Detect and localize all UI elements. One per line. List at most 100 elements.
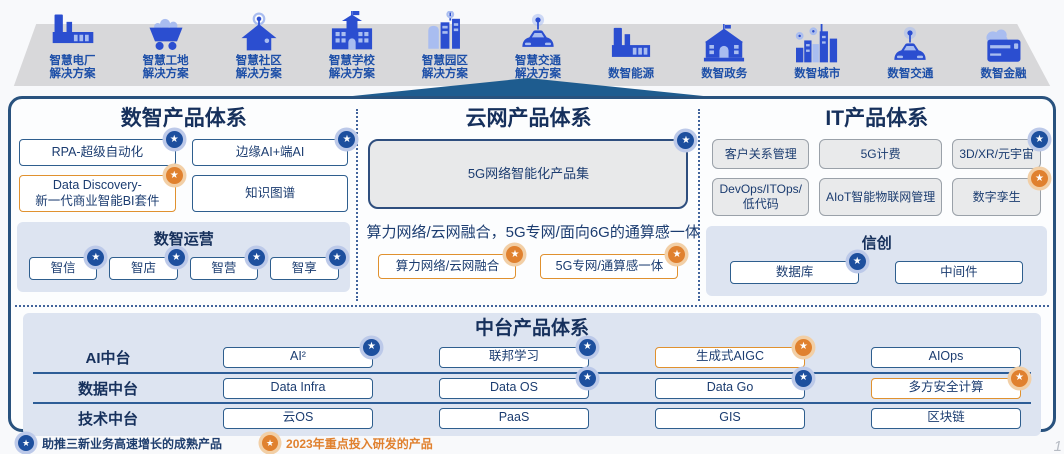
solution-label: 数智政务 [701, 68, 747, 82]
box-label-line: Data Go [707, 380, 754, 395]
box-label-line: GIS [719, 410, 741, 425]
blue-star-icon: ★ [795, 370, 812, 387]
blue-star-icon: ★ [248, 249, 265, 266]
top-sections: 数智产品体系 RPA-超级自动化★边缘AI+端AI★Data Discovery… [11, 99, 1053, 305]
box-label-line: 数字孪生 [973, 190, 1021, 205]
product-systems-panel: 数智产品体系 RPA-超级自动化★边缘AI+端AI★Data Discovery… [8, 96, 1056, 432]
solution-item: 数智政务 [678, 2, 771, 88]
platform-row: 数据中台Data InfraData OS★Data Go★多方安全计算★ [33, 372, 1031, 402]
solution-label-line: 智慧工地 [143, 55, 189, 69]
product-box: 5G专网/通算感一体★ [540, 254, 678, 279]
government-icon [700, 14, 748, 66]
box-label-line: 低代码 [743, 197, 779, 212]
box-label-line: 区块链 [927, 410, 965, 425]
box-label-line: AIoT智能物联网管理 [826, 190, 935, 205]
box-label-line: 知识图谱 [245, 186, 295, 201]
box-label-line: 中间件 [940, 265, 978, 280]
platform-row-boxes: Data InfraData OS★Data Go★多方安全计算★ [183, 378, 1031, 399]
digital-ops-title: 数智运营 [25, 228, 342, 249]
box-label-line: 客户关系管理 [725, 147, 797, 162]
product-box: 客户关系管理 [712, 139, 808, 169]
product-box: RPA-超级自动化★ [19, 139, 176, 166]
solutions-row: 智慧电厂解决方案智慧工地解决方案智慧社区解决方案智慧学校解决方案智慧园区解决方案… [26, 2, 1050, 88]
subpanel-xinchuang: 信创 数据库★中间件 [706, 226, 1047, 296]
product-box: 5G计费 [819, 139, 942, 169]
product-architecture-slide: 智慧电厂解决方案智慧工地解决方案智慧社区解决方案智慧学校解决方案智慧园区解决方案… [0, 0, 1064, 454]
digital-ops-grid: 智信★智店★智营★智享★ [25, 257, 342, 280]
solution-label-line: 智慧交通 [515, 55, 561, 69]
solution-label-line: 数智城市 [794, 68, 840, 82]
product-box: Data Go★ [655, 378, 805, 399]
product-box: GIS [655, 408, 805, 429]
product-box: 云OS [223, 408, 373, 429]
product-box: 联邦学习★ [439, 347, 589, 368]
platform-row-label: 数据中台 [33, 378, 183, 399]
box-label-line: 边缘AI+端AI [236, 145, 304, 160]
product-box: 智店★ [109, 257, 177, 280]
box-label-line: Data Infra [271, 380, 326, 395]
box-label-line: RPA-超级自动化 [52, 145, 143, 160]
product-box: 知识图谱 [192, 175, 349, 212]
cloud-big-box-wrap: 5G网络智能化产品集★ [368, 139, 688, 209]
orange-star-icon: ★ [1011, 370, 1028, 387]
box-label-line: 算力网络/云网融合 [396, 259, 499, 274]
blue-star-icon: ★ [1031, 131, 1048, 148]
legend-blue-text: 助推三新业务高速增长的成熟产品 [42, 435, 222, 452]
section-it-products: IT产品体系 客户关系管理5G计费3D/XR/元宇宙★DevOps/ITOps/… [700, 103, 1053, 305]
product-box: 生成式AIGC★ [655, 347, 805, 368]
orange-star-icon: ★ [506, 246, 523, 263]
solution-label-line: 数智金融 [980, 68, 1026, 82]
solution-label: 数智城市 [794, 68, 840, 82]
platform-row-boxes: AI²★ 联邦学习★ 生成式AIGC★ AIOps [183, 347, 1031, 368]
solution-item: 智慧工地解决方案 [119, 2, 212, 88]
blue-star-icon: ★ [329, 249, 346, 266]
solution-label: 智慧交通解决方案 [515, 55, 561, 82]
box-label-line: 智享 [292, 261, 317, 276]
box-label-line: 云OS [283, 410, 314, 425]
product-box: AIOps [871, 347, 1021, 368]
product-box: 3D/XR/元宇宙★ [952, 139, 1041, 169]
section-cloud-network-products: 云网产品体系 5G网络智能化产品集★ 算力网络/云网融合，5G专网/面向6G的通… [358, 103, 698, 305]
product-box: Data Infra [223, 378, 373, 399]
solution-label: 智慧工地解决方案 [143, 55, 189, 82]
it-product-grid: 客户关系管理 5G计费 3D/XR/元宇宙★ DevOps/ITOps/低代码 AIoT… [706, 139, 1047, 216]
solution-label-line: 解决方案 [50, 68, 96, 82]
xinchuang-grid: 数据库★ 中间件 [714, 261, 1039, 284]
blue-star-icon: ★ [363, 339, 380, 356]
blue-star-icon: ★ [338, 131, 355, 148]
platform-rows: AI中台AI²★联邦学习★生成式AIGC★AIOps数据中台Data Infra… [33, 342, 1031, 432]
product-box: 数据库★ [730, 261, 858, 284]
product-box: AIoT智能物联网管理 [819, 178, 942, 216]
box-label-line: Data OS [490, 380, 538, 395]
solution-label-line: 解决方案 [143, 68, 189, 82]
box-label-line: 联邦学习 [489, 349, 539, 364]
digital-product-grid: RPA-超级自动化★边缘AI+端AI★Data Discovery-新一代商业智… [17, 139, 350, 212]
solution-item: 数智城市 [771, 2, 864, 88]
page-number: 1 [1054, 438, 1062, 454]
product-box: PaaS [439, 408, 589, 429]
product-box: 数字孪生★ [952, 178, 1041, 216]
box-label-line: 智信 [51, 261, 76, 276]
box-label-line: AIOps [929, 349, 964, 364]
cloud-section-title: 云网产品体系 [364, 107, 692, 131]
energy-plant-icon [608, 14, 654, 66]
product-box: 智营★ [190, 257, 258, 280]
product-box: 智信★ [29, 257, 97, 280]
product-box: DevOps/ITOps/低代码 [712, 178, 808, 216]
box-label-line: 多方安全计算 [908, 380, 983, 395]
solution-label-line: 解决方案 [236, 68, 282, 82]
product-box: 算力网络/云网融合★ [378, 254, 516, 279]
product-box: 5G网络智能化产品集★ [368, 139, 688, 209]
solution-label-line: 智慧电厂 [50, 55, 96, 69]
solution-label: 智慧学校解决方案 [329, 55, 375, 82]
box-label-line: 智店 [131, 261, 156, 276]
section-platform-products: 中台产品体系 AI中台AI²★联邦学习★生成式AIGC★AIOps数据中台Dat… [23, 313, 1041, 436]
mine-cart-icon [144, 2, 188, 53]
solution-label-line: 数智政务 [701, 68, 747, 82]
platform-row-boxes: 云OS PaaS GIS 区块链 [183, 408, 1031, 429]
box-label-line: 生成式AIGC [696, 349, 764, 364]
campus-icon [423, 2, 467, 53]
product-box: AI²★ [223, 347, 373, 368]
platform-row-label: 技术中台 [33, 408, 183, 429]
product-box: Data OS★ [439, 378, 589, 399]
